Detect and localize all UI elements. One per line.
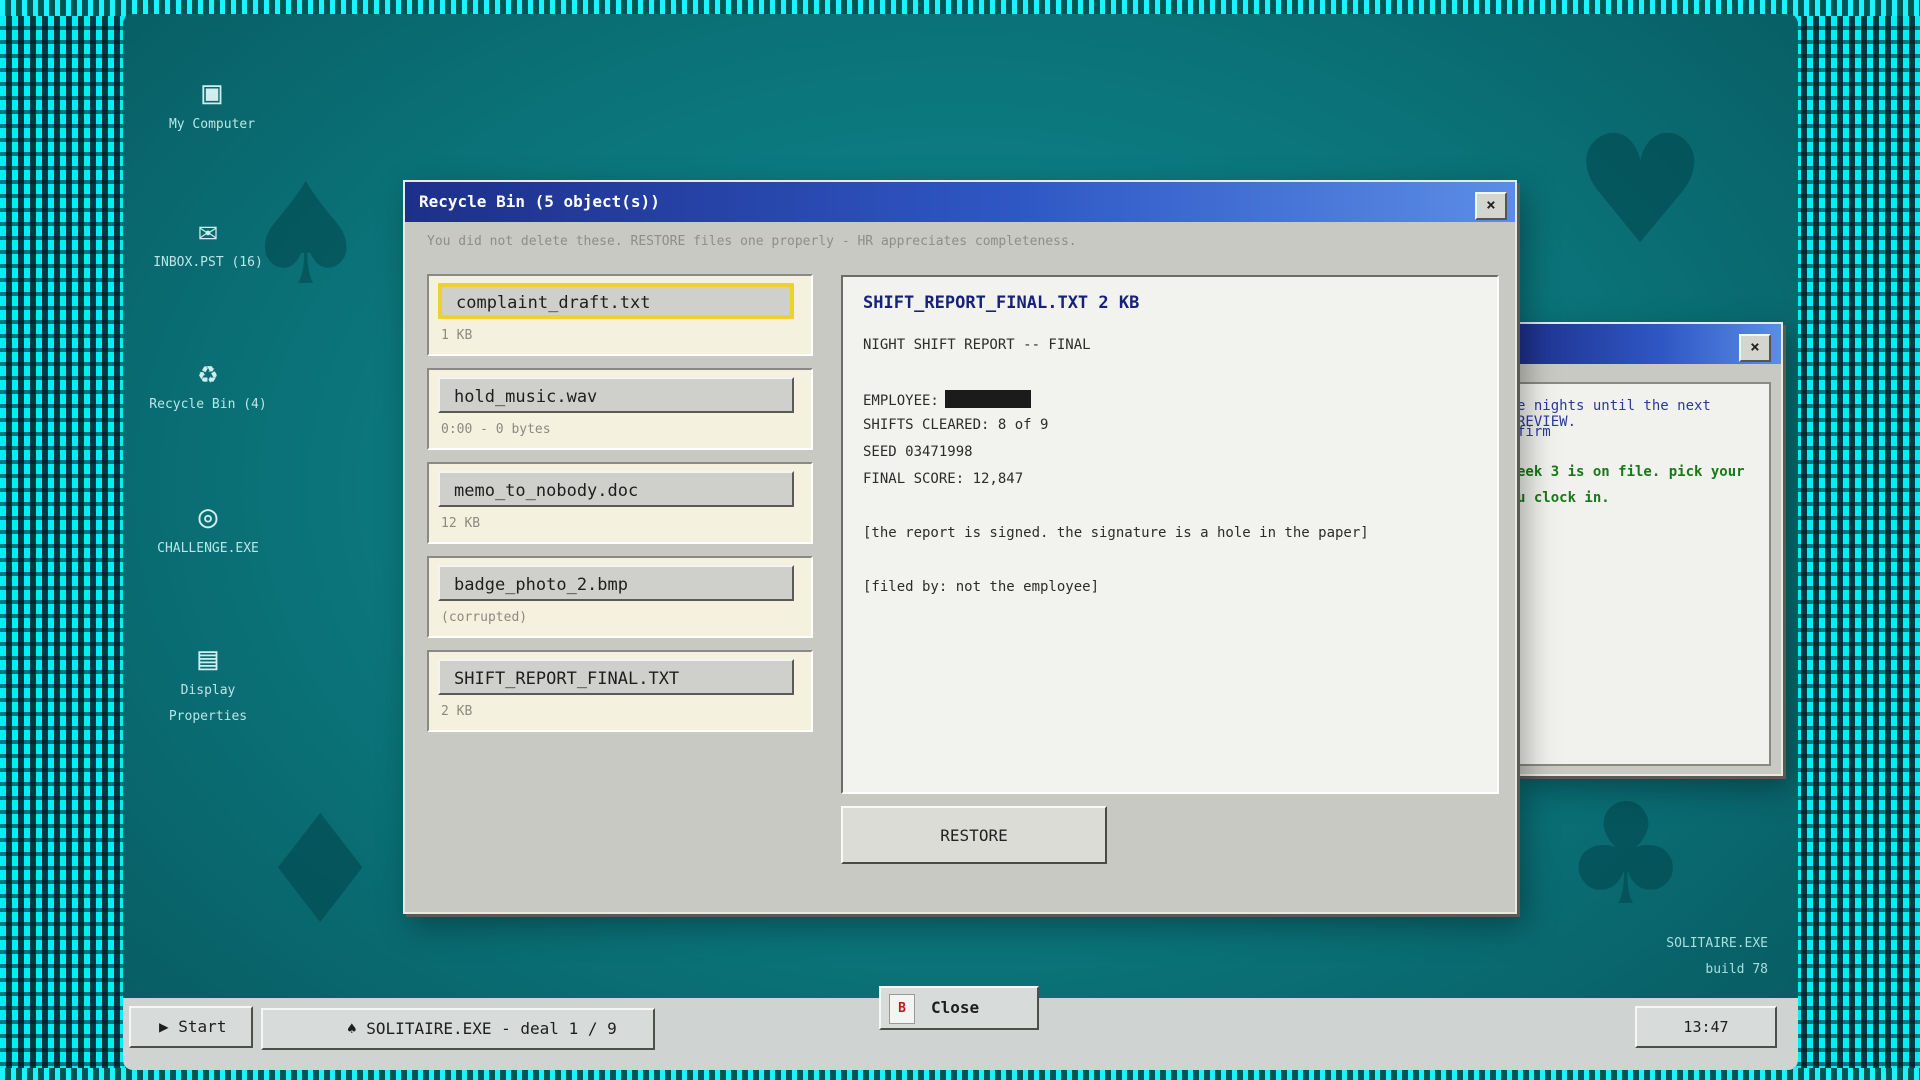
file-status: (corrupted) <box>441 610 528 625</box>
confirm-text: firm <box>1517 424 1551 440</box>
left-glitch-frame <box>0 0 125 1080</box>
desktop: ♠ ♥ ♦ ♣ ▣ My Computer ✉ INBOX.PST (16) ♻… <box>123 14 1798 1070</box>
taskbar: ▶ Start ♠ SOLITAIRE.EXE - deal 1 / 9 B C… <box>123 986 1798 1070</box>
file-size: 0:00 - 0 bytes <box>441 422 551 437</box>
spade-icon: ♠ <box>347 1019 357 1038</box>
desktop-icon-label: Recycle Bin (4) <box>149 397 267 412</box>
file-item-memo[interactable]: memo_to_nobody.doc 12 KB <box>427 462 813 544</box>
background-window[interactable]: × e nights until the next REVIEW. firm e… <box>1513 322 1783 776</box>
shifts-cleared: SHIFTS CLEARED: 8 of 9 <box>863 417 1049 433</box>
recycle-bin-close-button[interactable]: × <box>1475 192 1507 220</box>
desktop-icon-label: My Computer <box>168 117 256 132</box>
file-item-shift-report[interactable]: SHIFT_REPORT_FINAL.TXT 2 KB <box>427 650 813 732</box>
close-prompt-label: Close <box>931 998 980 1017</box>
display-properties-icon: ▤ <box>198 639 218 677</box>
seed-line: SEED 03471998 <box>863 444 973 460</box>
club-watermark: ♣ <box>1563 774 1689 937</box>
file-preview-pane: SHIFT_REPORT_FINAL.TXT 2 KB NIGHT SHIFT … <box>841 275 1499 794</box>
desktop-icon-label: CHALLENGE.EXE <box>157 541 259 556</box>
mail-icon: ✉ <box>198 211 218 249</box>
file-size: 1 KB <box>441 328 473 343</box>
start-label: Start <box>178 1017 227 1036</box>
taskbar-item-label: SOLITAIRE.EXE - deal 1 / 9 <box>366 1019 617 1038</box>
desktop-icon-label: Display <box>180 683 236 698</box>
close-prompt-button[interactable]: B Close <box>879 986 1039 1030</box>
build-label: build 78 <box>1705 962 1768 977</box>
background-window-content: e nights until the next REVIEW. firm eek… <box>1515 382 1771 766</box>
close-icon: × <box>1750 337 1760 356</box>
redacted-name <box>944 390 1031 408</box>
desktop-icon-challenge[interactable]: ◎ CHALLENGE.EXE <box>138 496 278 562</box>
file-name[interactable]: SHIFT_REPORT_FINAL.TXT <box>438 659 794 695</box>
recycle-bin-titlebar[interactable]: Recycle Bin (5 object(s)) × <box>405 182 1515 222</box>
start-button[interactable]: ▶ Start <box>129 1006 253 1048</box>
review-notice: e nights until the next REVIEW. <box>1517 398 1711 430</box>
filed-by-note: [filed by: not the employee] <box>863 579 1100 595</box>
target-icon: ◎ <box>198 497 218 535</box>
file-name[interactable]: badge_photo_2.bmp <box>438 565 794 601</box>
file-name[interactable]: complaint_draft.txt <box>438 283 794 319</box>
employee-label: EMPLOYEE: <box>863 393 939 409</box>
file-item-complaint-draft[interactable]: complaint_draft.txt 1 KB <box>427 274 813 356</box>
desktop-icon-display-properties[interactable]: ▤ Display Properties <box>138 638 278 730</box>
window-title: Recycle Bin (5 object(s)) <box>419 192 660 211</box>
diamond-watermark: ♦ <box>253 784 388 958</box>
right-glitch-frame <box>1795 0 1920 1080</box>
close-icon: × <box>1486 195 1496 214</box>
week-notice-line2: u clock in. <box>1517 490 1610 506</box>
system-clock: 13:47 <box>1635 1006 1777 1048</box>
computer-icon: ▣ <box>202 73 222 111</box>
heart-watermark: ♥ <box>1573 104 1708 278</box>
taskbar-item-solitaire[interactable]: ♠ SOLITAIRE.EXE - deal 1 / 9 <box>261 1008 655 1050</box>
desktop-icon-label: INBOX.PST (16) <box>153 255 263 270</box>
file-item-hold-music[interactable]: hold_music.wav 0:00 - 0 bytes <box>427 368 813 450</box>
signature-note: [the report is signed. the signature is … <box>863 525 1369 541</box>
recycle-icon: ♻ <box>198 353 218 391</box>
b-key-icon: B <box>889 994 915 1024</box>
file-name[interactable]: memo_to_nobody.doc <box>438 471 794 507</box>
background-window-close-button[interactable]: × <box>1739 334 1771 362</box>
background-window-titlebar[interactable]: × <box>1515 324 1781 364</box>
desktop-icon-my-computer[interactable]: ▣ My Computer <box>142 72 282 138</box>
file-size: 12 KB <box>441 516 481 531</box>
preview-title: SHIFT_REPORT_FINAL.TXT 2 KB <box>863 293 1140 313</box>
final-score: FINAL SCORE: 12,847 <box>863 471 1024 487</box>
desktop-icon-recycle-bin[interactable]: ♻ Recycle Bin (4) <box>138 352 278 418</box>
desktop-icon-inbox[interactable]: ✉ INBOX.PST (16) <box>138 210 278 276</box>
instruction-text: You did not delete these. RESTORE files … <box>427 234 1077 249</box>
desktop-icon-label: Properties <box>168 709 248 724</box>
week-notice-line1: eek 3 is on file. pick your <box>1517 464 1745 480</box>
file-name[interactable]: hold_music.wav <box>438 377 794 413</box>
restore-button[interactable]: RESTORE <box>841 806 1107 864</box>
recycle-bin-window[interactable]: Recycle Bin (5 object(s)) × You did not … <box>403 180 1517 914</box>
file-item-badge-photo[interactable]: badge_photo_2.bmp (corrupted) <box>427 556 813 638</box>
play-icon: ▶ <box>159 1017 169 1036</box>
report-heading: NIGHT SHIFT REPORT -- FINAL <box>863 337 1091 353</box>
file-size: 2 KB <box>441 704 473 719</box>
app-name-label: SOLITAIRE.EXE <box>1666 936 1768 951</box>
employee-line: EMPLOYEE: <box>863 390 1031 409</box>
